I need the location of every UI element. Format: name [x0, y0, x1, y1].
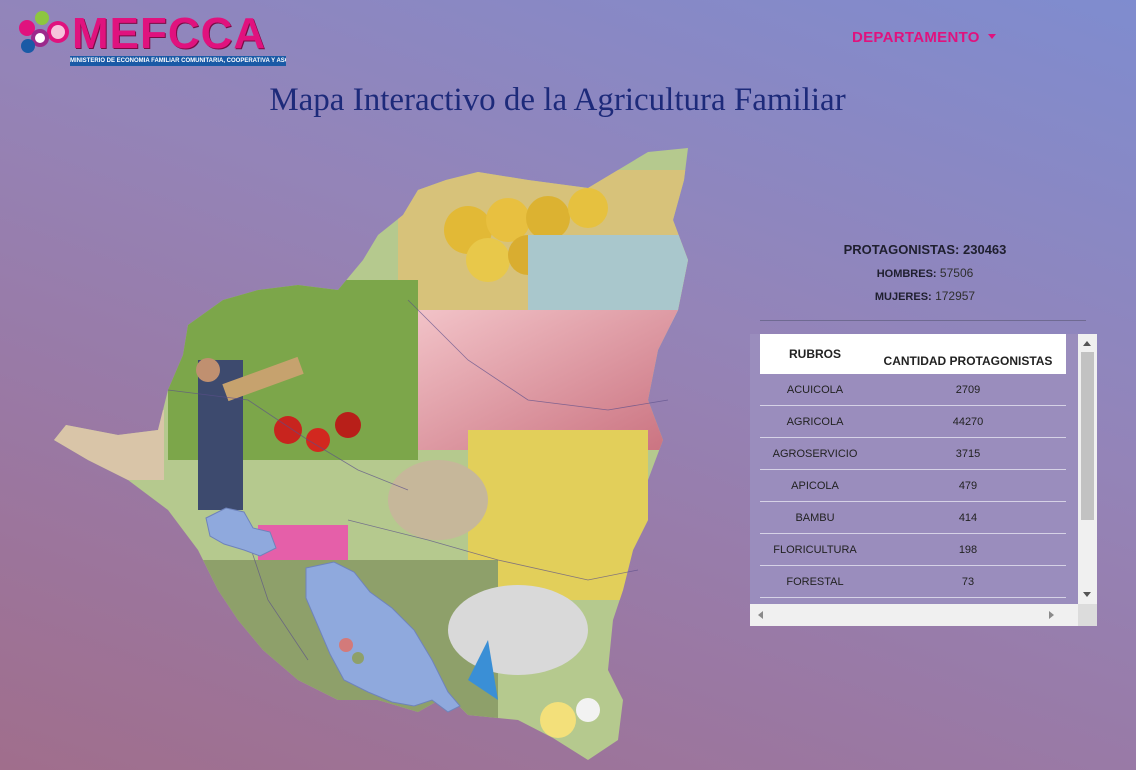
table-header: RUBROS CANTIDAD PROTAGONISTAS	[760, 334, 1066, 374]
departamento-dropdown[interactable]: DEPARTAMENTO	[852, 29, 996, 46]
header-rubros: RUBROS	[788, 347, 841, 361]
table-row: APICOLA 479	[760, 470, 1066, 502]
rubro-cell: BAMBU	[795, 511, 835, 524]
hombres-line: HOMBRES: 57506	[760, 266, 1090, 280]
mujeres-line: MUJERES: 172957	[760, 289, 1090, 303]
table-row: FORESTAL 73	[760, 566, 1066, 598]
scroll-right-arrow-icon[interactable]	[1049, 611, 1054, 619]
rubro-cell: ACUICOLA	[786, 383, 844, 396]
page-title: Mapa Interactivo de la Agricultura Famil…	[269, 82, 846, 118]
protagonistas-line: PROTAGONISTAS: 230463	[760, 242, 1090, 257]
table-row: AGROSERVICIO 3715	[760, 438, 1066, 470]
stats-panel: PROTAGONISTAS: 230463 HOMBRES: 57506 MUJ…	[760, 242, 1090, 312]
logo-circles-icon	[19, 11, 69, 53]
table-row: AGRICOLA 44270	[760, 406, 1066, 438]
scroll-up-arrow-icon[interactable]	[1083, 341, 1091, 346]
rubro-cell: FORESTAL	[786, 575, 844, 588]
rubro-cell: AGROSERVICIO	[772, 447, 858, 460]
cantidad-cell: 414	[958, 511, 978, 524]
rubros-table-container[interactable]: RUBROS CANTIDAD PROTAGONISTAS ACUICOLA 2…	[750, 334, 1097, 626]
departamento-label: DEPARTAMENTO	[852, 29, 980, 46]
vertical-scrollbar[interactable]	[1078, 334, 1097, 604]
table-row: FLORICULTURA 198	[760, 534, 1066, 566]
fish-image	[418, 310, 688, 450]
nicaragua-map[interactable]	[48, 140, 698, 765]
mujeres-value: 172957	[935, 289, 976, 303]
hombres-value: 57506	[939, 266, 974, 280]
horizontal-scrollbar[interactable]	[750, 604, 1078, 626]
cow-image	[448, 585, 588, 675]
divider	[760, 320, 1086, 321]
rubros-table: RUBROS CANTIDAD PROTAGONISTAS ACUICOLA 2…	[760, 334, 1066, 604]
rubro-cell: AGRICOLA	[786, 415, 844, 428]
rubro-cell: FLORICULTURA	[773, 543, 857, 556]
hombres-label: HOMBRES:	[876, 268, 937, 280]
cantidad-cell: 479	[958, 479, 978, 492]
caret-down-icon	[987, 33, 996, 39]
rubro-cell: APICOLA	[791, 479, 839, 492]
cantidad-cell: 3715	[955, 447, 981, 460]
logo-subtitle: MINISTERIO DE ECONOMIA FAMILIAR COMUNITA…	[70, 56, 286, 66]
header-cantidad: CANTIDAD PROTAGONISTAS	[883, 354, 1053, 368]
scrollbar-corner	[1078, 604, 1097, 626]
logo-text: MEFCCA	[72, 9, 267, 58]
mefcca-logo[interactable]: MEFCCA MINISTERIO DE ECONOMIA FAMILIAR C…	[16, 10, 288, 68]
bird-image	[388, 460, 488, 540]
table-row: ACUICOLA 2709	[760, 374, 1066, 406]
cantidad-cell: 198	[958, 543, 978, 556]
scroll-down-arrow-icon[interactable]	[1083, 592, 1091, 597]
table-row: BAMBU 414	[760, 502, 1066, 534]
cantidad-cell: 44270	[952, 415, 984, 428]
mujeres-label: MUJERES:	[874, 291, 932, 303]
scroll-left-arrow-icon[interactable]	[758, 611, 763, 619]
protagonistas-value: 230463	[963, 242, 1007, 257]
protagonistas-label: PROTAGONISTAS:	[843, 242, 960, 257]
vertical-scroll-thumb[interactable]	[1081, 352, 1094, 520]
cantidad-cell: 2709	[955, 383, 981, 396]
cantidad-cell: 73	[961, 575, 975, 588]
